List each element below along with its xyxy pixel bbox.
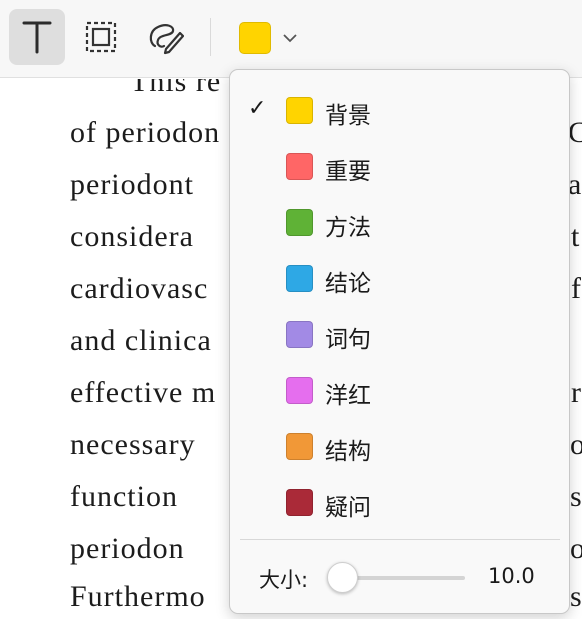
menu-item-label: 背景 bbox=[325, 103, 371, 129]
color-swatch bbox=[286, 97, 313, 124]
highlight-color-menu: ✓ 背景 重要 方法 结论 词句 洋红 结构 疑问 大小: 10.0 bbox=[229, 69, 570, 614]
text-T-icon bbox=[22, 21, 52, 54]
menu-item-label: 结论 bbox=[325, 271, 371, 297]
size-slider-thumb[interactable] bbox=[327, 562, 358, 593]
document-line: considera bbox=[70, 220, 194, 253]
chevron-down-icon bbox=[283, 34, 297, 43]
color-menu-item-phrase[interactable]: 词句 bbox=[230, 308, 571, 360]
document-fragment: t bbox=[571, 220, 581, 253]
color-menu-item-method[interactable]: 方法 bbox=[230, 196, 571, 248]
document-fragment: s bbox=[570, 480, 582, 513]
annotation-toolbar bbox=[0, 0, 582, 78]
document-fragment: o bbox=[570, 428, 582, 461]
color-swatch bbox=[286, 209, 313, 236]
color-menu-item-structure[interactable]: 结构 bbox=[230, 420, 571, 472]
menu-item-label: 洋红 bbox=[325, 383, 371, 409]
dashed-rectangle-icon bbox=[85, 21, 117, 53]
menu-item-label: 疑问 bbox=[325, 495, 371, 521]
document-line: periodont bbox=[70, 168, 194, 201]
text-tool-button[interactable] bbox=[9, 9, 65, 65]
color-swatch bbox=[286, 377, 313, 404]
color-menu-item-question[interactable]: 疑问 bbox=[230, 476, 571, 528]
color-swatch bbox=[286, 321, 313, 348]
document-line: periodon bbox=[70, 532, 185, 565]
size-value: 10.0 bbox=[488, 564, 535, 588]
check-mark-icon: ✓ bbox=[248, 96, 267, 121]
menu-item-label: 方法 bbox=[325, 215, 371, 241]
color-swatch bbox=[286, 489, 313, 516]
document-fragment: s bbox=[570, 580, 582, 613]
document-line: and clinica bbox=[70, 324, 212, 357]
menu-item-label: 结构 bbox=[325, 439, 371, 465]
menu-item-label: 词句 bbox=[325, 327, 371, 353]
menu-divider bbox=[240, 539, 560, 540]
document-line: cardiovasc bbox=[70, 272, 209, 305]
current-color-swatch bbox=[239, 22, 271, 54]
document-line: This re bbox=[130, 79, 222, 98]
color-menu-item-conclusion[interactable]: 结论 bbox=[230, 252, 571, 304]
menu-item-label: 重要 bbox=[325, 159, 371, 185]
document-line: function bbox=[70, 480, 178, 513]
document-line: Furthermo bbox=[70, 580, 206, 613]
document-fragment: r bbox=[571, 376, 582, 409]
toolbar-separator bbox=[210, 18, 211, 56]
document-line: necessary bbox=[70, 428, 196, 461]
document-fragment: f bbox=[571, 272, 582, 305]
color-picker-button[interactable] bbox=[236, 18, 304, 58]
size-label: 大小: bbox=[259, 568, 309, 592]
color-swatch bbox=[286, 265, 313, 292]
color-menu-item-background[interactable]: ✓ 背景 bbox=[230, 84, 571, 136]
document-line: effective m bbox=[70, 376, 217, 409]
size-row: 大小: 10.0 bbox=[230, 550, 571, 606]
color-swatch bbox=[286, 153, 313, 180]
pen-scribble-icon bbox=[149, 24, 184, 55]
area-select-tool-button[interactable] bbox=[73, 9, 129, 65]
color-menu-item-magenta[interactable]: 洋红 bbox=[230, 364, 571, 416]
document-fragment: o bbox=[570, 532, 582, 565]
document-line: of periodon bbox=[70, 116, 221, 149]
draw-tool-button[interactable] bbox=[137, 9, 193, 65]
color-swatch bbox=[286, 433, 313, 460]
color-menu-item-important[interactable]: 重要 bbox=[230, 140, 571, 192]
